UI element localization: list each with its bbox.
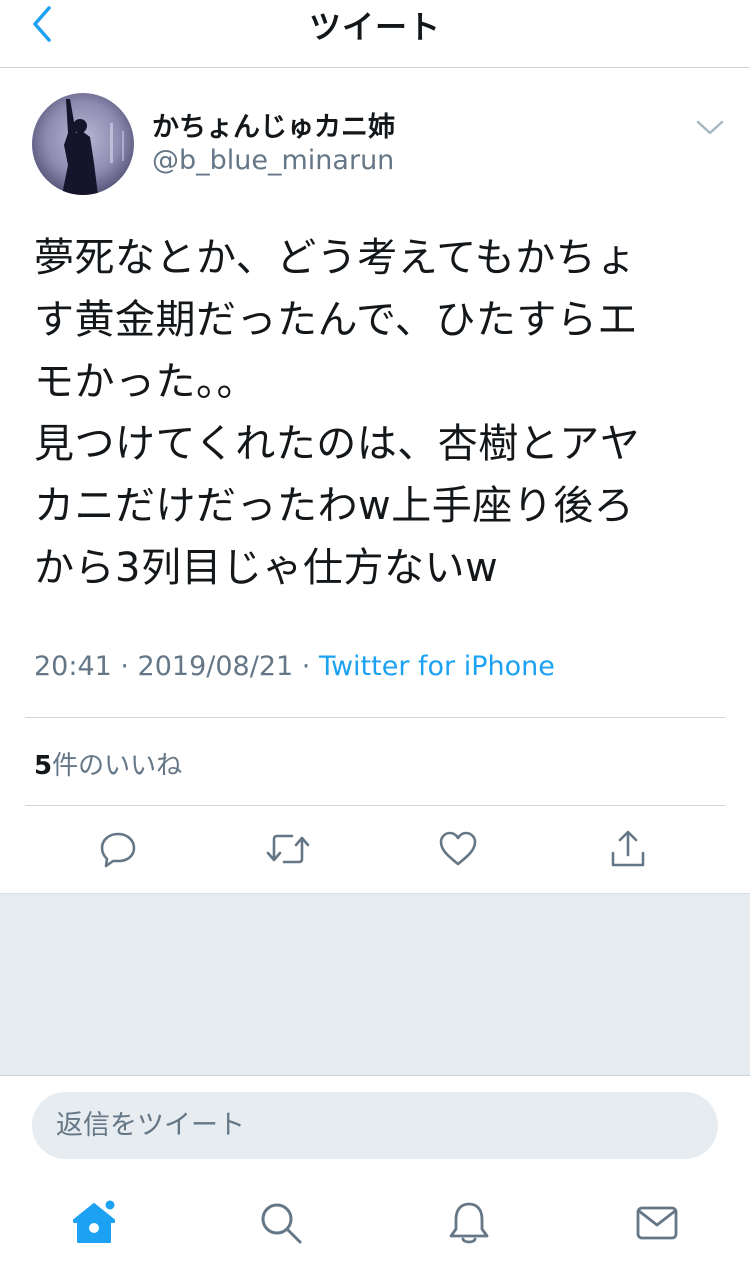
tweet-text: 夢死なとか、どう考えてもかちょ す黄金期だったんで、ひたすらエ モかった。。 見… — [34, 227, 724, 599]
messages-icon — [636, 1206, 678, 1240]
tab-bar — [0, 1170, 750, 1273]
tweet-timestamp: 20:41 · 2019/08/21 · — [34, 651, 319, 682]
page-title: ツイート — [308, 8, 441, 46]
tweet-actions — [0, 817, 750, 881]
reply-input[interactable]: 返信をツイート — [32, 1092, 718, 1159]
search-icon — [261, 1203, 302, 1244]
tweet-text-line: 見つけてくれたのは、杏樹とアヤ — [34, 421, 641, 467]
tweet-text-line: モかった。。 — [34, 359, 257, 405]
heart-icon — [439, 831, 477, 866]
tweet-menu-button[interactable] — [694, 115, 726, 139]
share-button[interactable] — [606, 827, 650, 871]
tweet-source-link[interactable]: Twitter for iPhone — [319, 651, 555, 682]
tweet-text-line: す黄金期だったんで、ひたすらエ — [34, 297, 638, 343]
tweet-text-line: カニだけだったわw上手座り後ろ — [34, 483, 635, 529]
reply-button[interactable] — [96, 827, 140, 871]
author-handle[interactable]: @b_blue_minarun — [152, 145, 394, 176]
tweet-metadata: 20:41 · 2019/08/21 · Twitter for iPhone — [34, 651, 555, 682]
share-icon — [611, 830, 645, 867]
tab-home[interactable] — [70, 1198, 120, 1248]
likes-label: 件のいいね — [52, 751, 183, 781]
chevron-down-icon — [696, 120, 724, 135]
tab-notifications[interactable] — [444, 1198, 494, 1248]
author-display-name[interactable]: かちょんじゅカニ姉 — [152, 105, 395, 144]
divider — [25, 805, 725, 806]
likes-count[interactable]: 5件のいいね — [34, 745, 182, 782]
tweet-detail: かちょんじゅカニ姉 @b_blue_minarun 夢死なとか、どう考えてもかち… — [0, 69, 750, 893]
like-button[interactable] — [436, 827, 480, 871]
avatar[interactable] — [32, 93, 134, 195]
tweet-text-line: 夢死なとか、どう考えてもかちょ — [34, 235, 637, 281]
reply-bar: 返信をツイート — [0, 1075, 750, 1170]
retweet-icon — [266, 834, 310, 864]
tweet-text-line: から3列目じゃ仕方ないw — [34, 545, 499, 591]
retweet-button[interactable] — [266, 827, 310, 871]
home-icon — [73, 1198, 117, 1243]
notifications-icon — [449, 1202, 489, 1244]
reply-icon — [100, 832, 136, 868]
tab-search[interactable] — [256, 1198, 306, 1248]
empty-replies-area — [0, 893, 750, 1075]
likes-number: 5 — [34, 751, 53, 781]
divider — [25, 717, 725, 718]
navigation-bar: ツイート — [0, 0, 750, 68]
tab-messages[interactable] — [632, 1198, 682, 1248]
